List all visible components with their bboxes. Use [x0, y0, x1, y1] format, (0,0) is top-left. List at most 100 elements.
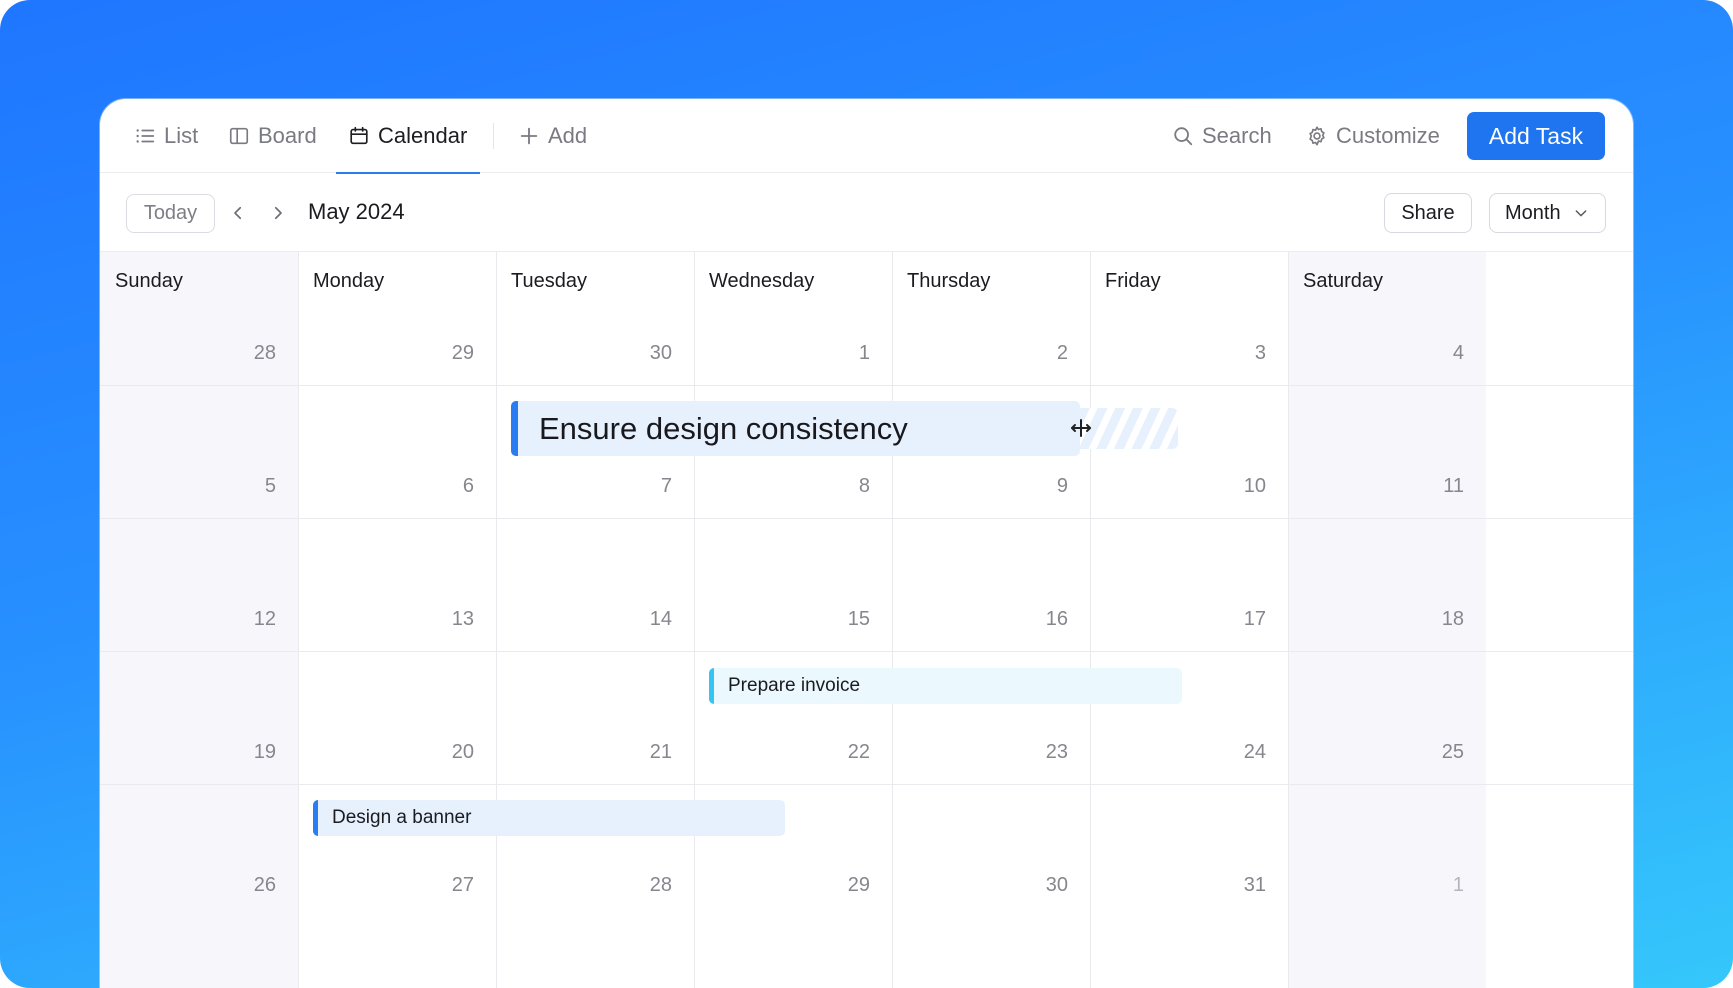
day-cell[interactable]	[1288, 385, 1486, 518]
view-mode-select[interactable]: Month	[1489, 193, 1606, 233]
event-prepare-invoice[interactable]: Prepare invoice	[709, 668, 1182, 704]
chevron-left-icon	[234, 206, 242, 220]
day-cell[interactable]	[298, 252, 496, 385]
day-cell[interactable]	[100, 651, 298, 784]
calendar-icon	[350, 126, 368, 145]
day-number: 11	[1443, 475, 1464, 497]
day-number: 1	[1452, 874, 1464, 896]
day-number: 14	[649, 608, 672, 630]
day-number: 29	[451, 342, 474, 364]
event-ensure-design-consistency[interactable]: Ensure design consistency	[511, 401, 1080, 456]
search-icon	[1174, 127, 1193, 146]
calendar-toolbar: Today May 2024 Share Month	[100, 173, 1633, 252]
event-title: Design a banner	[332, 807, 472, 828]
tab-board-label: Board	[258, 123, 317, 148]
day-number: 12	[253, 608, 276, 630]
day-number: 15	[847, 608, 870, 630]
day-number: 23	[1045, 741, 1068, 763]
day-cell[interactable]	[892, 518, 1090, 651]
day-number: 31	[1243, 874, 1266, 896]
day-cell[interactable]	[298, 651, 496, 784]
day-cell[interactable]	[1090, 252, 1288, 385]
today-button[interactable]: Today	[126, 194, 215, 233]
day-cell[interactable]	[1090, 784, 1288, 917]
day-number: 28	[649, 874, 672, 896]
tab-calendar[interactable]: Calendar	[336, 99, 480, 174]
chevron-right-icon	[274, 206, 282, 220]
view-bar: List Board Calendar Add Search Customize…	[100, 99, 1633, 174]
tab-board[interactable]: Board	[228, 99, 317, 173]
event-title: Prepare invoice	[728, 675, 861, 696]
day-number: 27	[451, 874, 474, 896]
day-cell[interactable]	[298, 385, 496, 518]
gear-icon	[1309, 126, 1325, 146]
day-number: 30	[649, 342, 672, 364]
day-number: 21	[649, 741, 672, 763]
day-number: 7	[660, 475, 672, 497]
tab-list-label: List	[164, 123, 199, 148]
day-number: 4	[1452, 342, 1464, 364]
resize-preview	[1080, 408, 1178, 449]
day-cell[interactable]	[694, 252, 892, 385]
day-number: 13	[451, 608, 474, 630]
day-cell[interactable]	[1090, 518, 1288, 651]
event-design-a-banner[interactable]: Design a banner	[313, 800, 785, 836]
tab-divider	[493, 123, 494, 149]
day-cell[interactable]	[1288, 651, 1486, 784]
day-cell[interactable]	[100, 518, 298, 651]
day-number: 25	[1441, 741, 1464, 763]
day-number: 18	[1441, 608, 1464, 630]
day-number: 26	[253, 874, 276, 896]
day-number: 9	[1056, 475, 1068, 497]
day-number: 3	[1254, 342, 1266, 364]
day-cell[interactable]	[1090, 385, 1288, 518]
search-button[interactable]: Search	[1172, 99, 1272, 173]
view-mode-value: Month	[1505, 201, 1561, 224]
plus-icon	[520, 127, 538, 145]
day-cell[interactable]	[892, 252, 1090, 385]
day-number: 8	[858, 475, 870, 497]
resize-handle-icon[interactable]	[1068, 415, 1094, 441]
search-label: Search	[1202, 123, 1272, 148]
day-cell[interactable]	[100, 784, 298, 917]
customize-button[interactable]: Customize	[1306, 99, 1440, 173]
day-cell[interactable]	[100, 252, 298, 385]
day-number: 28	[253, 342, 276, 364]
day-cell[interactable]	[1288, 252, 1486, 385]
day-cell[interactable]	[892, 784, 1090, 917]
day-number: 20	[451, 741, 474, 763]
event-color-bar	[313, 800, 318, 836]
day-number: 2	[1056, 342, 1068, 364]
day-number: 5	[264, 475, 276, 497]
add-view-button[interactable]: Add	[518, 99, 587, 173]
board-icon	[229, 127, 249, 145]
list-icon	[136, 129, 155, 143]
tab-list[interactable]: List	[134, 99, 198, 173]
day-cell[interactable]	[496, 518, 694, 651]
customize-label: Customize	[1336, 123, 1440, 148]
event-title: Ensure design consistency	[539, 410, 908, 446]
horizontal-resize-cursor-icon	[1071, 419, 1091, 437]
tab-calendar-label: Calendar	[378, 123, 468, 148]
event-color-bar	[511, 401, 518, 456]
day-number: 6	[462, 475, 474, 497]
day-number: 16	[1045, 608, 1068, 630]
add-task-button[interactable]: Add Task	[1467, 112, 1605, 160]
share-button[interactable]: Share	[1384, 193, 1472, 233]
day-cell[interactable]	[1288, 784, 1486, 917]
chevron-down-icon	[1575, 210, 1586, 217]
day-number: 24	[1243, 741, 1266, 763]
day-cell[interactable]	[100, 385, 298, 518]
day-cell[interactable]	[1288, 518, 1486, 651]
day-cell[interactable]	[694, 518, 892, 651]
day-cell[interactable]	[298, 518, 496, 651]
month-grid: Sunday Monday Tuesday Wednesday Thursday Frid…	[100, 252, 1633, 988]
day-cell[interactable]	[496, 651, 694, 784]
month-title: May 2024	[308, 199, 405, 224]
app-window: List Board Calendar Add Search Customize…	[100, 99, 1633, 988]
day-number: 10	[1243, 475, 1266, 497]
event-color-bar	[709, 668, 714, 704]
previous-month-button[interactable]	[224, 199, 252, 227]
day-cell[interactable]	[496, 252, 694, 385]
next-month-button[interactable]	[264, 199, 292, 227]
